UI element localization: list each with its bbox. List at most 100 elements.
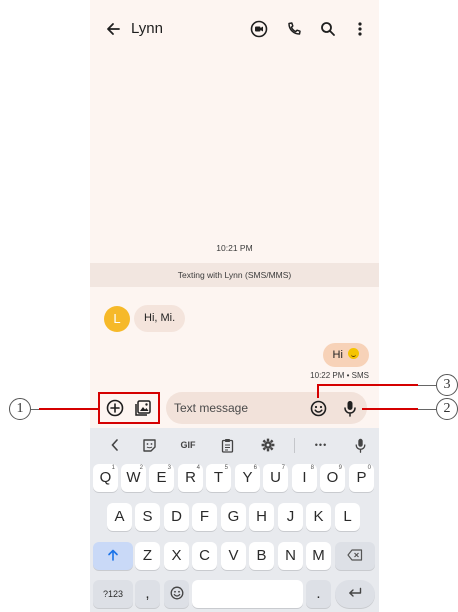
annotation-connector-1 bbox=[31, 409, 39, 410]
outgoing-message-text: Hi bbox=[332, 349, 343, 361]
key-j[interactable]: J bbox=[278, 503, 303, 531]
key-r[interactable]: R4 bbox=[178, 464, 203, 492]
key-label: R bbox=[185, 469, 196, 486]
key-label: W bbox=[126, 469, 141, 486]
search-button[interactable] bbox=[317, 18, 339, 40]
contact-name: Lynn bbox=[131, 20, 163, 37]
microphone-icon bbox=[344, 400, 356, 417]
voice-record-button[interactable] bbox=[340, 398, 360, 418]
clipboard-icon bbox=[221, 438, 233, 453]
key-label: O bbox=[326, 469, 339, 486]
key-u[interactable]: U7 bbox=[263, 464, 288, 492]
symbols-key[interactable]: ?123 bbox=[93, 580, 133, 608]
virtual-keyboard: GIF ••• Q1 W2 E3 R4 T5 Y6 U7 I8 O9 P0 A … bbox=[90, 428, 379, 612]
key-d[interactable]: D bbox=[164, 503, 189, 531]
enter-key[interactable] bbox=[335, 580, 375, 608]
key-label: U bbox=[270, 469, 281, 486]
key-q[interactable]: Q1 bbox=[93, 464, 118, 492]
keyboard-voice-button[interactable] bbox=[348, 434, 372, 456]
annotation-line-2 bbox=[362, 408, 379, 410]
annotation-connector-2 bbox=[418, 409, 436, 410]
message-input-field[interactable]: Text message bbox=[166, 392, 367, 424]
microphone-icon bbox=[355, 438, 365, 453]
gif-label: GIF bbox=[180, 440, 196, 450]
emoji-button[interactable] bbox=[308, 398, 328, 418]
annotation-marker-3: 3 bbox=[436, 374, 458, 396]
annotation-marker-2: 2 bbox=[436, 398, 458, 420]
key-i[interactable]: I8 bbox=[292, 464, 317, 492]
key-f[interactable]: F bbox=[192, 503, 217, 531]
key-hint: 9 bbox=[338, 465, 342, 471]
key-hint: 5 bbox=[224, 465, 228, 471]
key-x[interactable]: X bbox=[164, 542, 189, 570]
key-l[interactable]: L bbox=[335, 503, 360, 531]
shift-icon bbox=[108, 549, 118, 561]
more-options-button[interactable] bbox=[349, 18, 371, 40]
key-hint: 2 bbox=[139, 465, 143, 471]
key-k[interactable]: K bbox=[306, 503, 331, 531]
grinning-emoji-icon bbox=[348, 348, 359, 359]
key-hint: 7 bbox=[281, 465, 285, 471]
message-status: 10:22 PM • SMS bbox=[310, 371, 369, 380]
backspace-key[interactable] bbox=[335, 542, 375, 570]
space-key[interactable] bbox=[192, 580, 303, 608]
key-m[interactable]: M bbox=[306, 542, 331, 570]
video-call-icon bbox=[250, 20, 268, 38]
key-e[interactable]: E3 bbox=[149, 464, 174, 492]
comma-key[interactable]: , bbox=[135, 580, 160, 608]
phone-screen: Lynn 10:21 PM Texting with Lynn (SMS/MMS… bbox=[90, 0, 379, 612]
key-y[interactable]: Y6 bbox=[235, 464, 260, 492]
annotation-line-1 bbox=[39, 408, 96, 410]
period-key[interactable]: . bbox=[306, 580, 331, 608]
key-label: T bbox=[213, 469, 224, 486]
key-t[interactable]: T5 bbox=[206, 464, 231, 492]
key-label: Q bbox=[99, 469, 112, 486]
key-n[interactable]: N bbox=[278, 542, 303, 570]
more-tools-button[interactable]: ••• bbox=[309, 434, 333, 456]
annotation-marker-1: 1 bbox=[9, 398, 31, 420]
sticker-button[interactable] bbox=[137, 434, 161, 456]
key-label: E bbox=[156, 469, 167, 486]
enter-icon bbox=[349, 587, 362, 597]
sms-info-banner: Texting with Lynn (SMS/MMS) bbox=[90, 263, 379, 287]
conversation-timestamp: 10:21 PM bbox=[216, 243, 253, 253]
emoji-key[interactable] bbox=[164, 580, 189, 608]
message-input-placeholder: Text message bbox=[174, 401, 249, 415]
keyboard-collapse-button[interactable] bbox=[103, 434, 127, 456]
incoming-message-bubble[interactable]: Hi, Mi. bbox=[134, 305, 186, 332]
key-label: P bbox=[356, 469, 367, 486]
phone-icon bbox=[288, 22, 301, 35]
key-z[interactable]: Z bbox=[135, 542, 160, 570]
key-s[interactable]: S bbox=[135, 503, 160, 531]
annotation-line-2-outer bbox=[379, 408, 418, 410]
annotation-connector-3 bbox=[418, 385, 436, 386]
video-call-button[interactable] bbox=[248, 18, 270, 40]
keyboard-settings-button[interactable] bbox=[256, 434, 280, 456]
phone-call-button[interactable] bbox=[283, 18, 305, 40]
annotation-line-1-inner bbox=[90, 408, 98, 410]
toolbar-divider bbox=[294, 438, 295, 453]
annotation-line-3-vertical bbox=[317, 385, 319, 398]
key-h[interactable]: H bbox=[249, 503, 274, 531]
key-g[interactable]: G bbox=[221, 503, 246, 531]
key-hint: 8 bbox=[310, 465, 314, 471]
key-o[interactable]: O9 bbox=[320, 464, 345, 492]
gif-button[interactable]: GIF bbox=[176, 434, 200, 456]
annotation-line-3-outer bbox=[379, 384, 418, 386]
key-v[interactable]: V bbox=[221, 542, 246, 570]
key-a[interactable]: A bbox=[107, 503, 132, 531]
app-bar: Lynn bbox=[90, 10, 379, 48]
contact-avatar[interactable]: L bbox=[104, 306, 130, 332]
sticker-icon bbox=[142, 438, 156, 452]
key-w[interactable]: W2 bbox=[121, 464, 146, 492]
outgoing-message-bubble[interactable]: Hi bbox=[322, 343, 369, 367]
key-b[interactable]: B bbox=[249, 542, 274, 570]
attachment-buttons-highlight bbox=[98, 392, 160, 424]
key-c[interactable]: C bbox=[192, 542, 217, 570]
clipboard-button[interactable] bbox=[215, 434, 239, 456]
back-button[interactable] bbox=[102, 18, 124, 40]
shift-key[interactable] bbox=[93, 542, 133, 570]
key-p[interactable]: P0 bbox=[349, 464, 374, 492]
chevron-left-icon bbox=[111, 439, 118, 451]
key-label: Y bbox=[242, 469, 253, 486]
